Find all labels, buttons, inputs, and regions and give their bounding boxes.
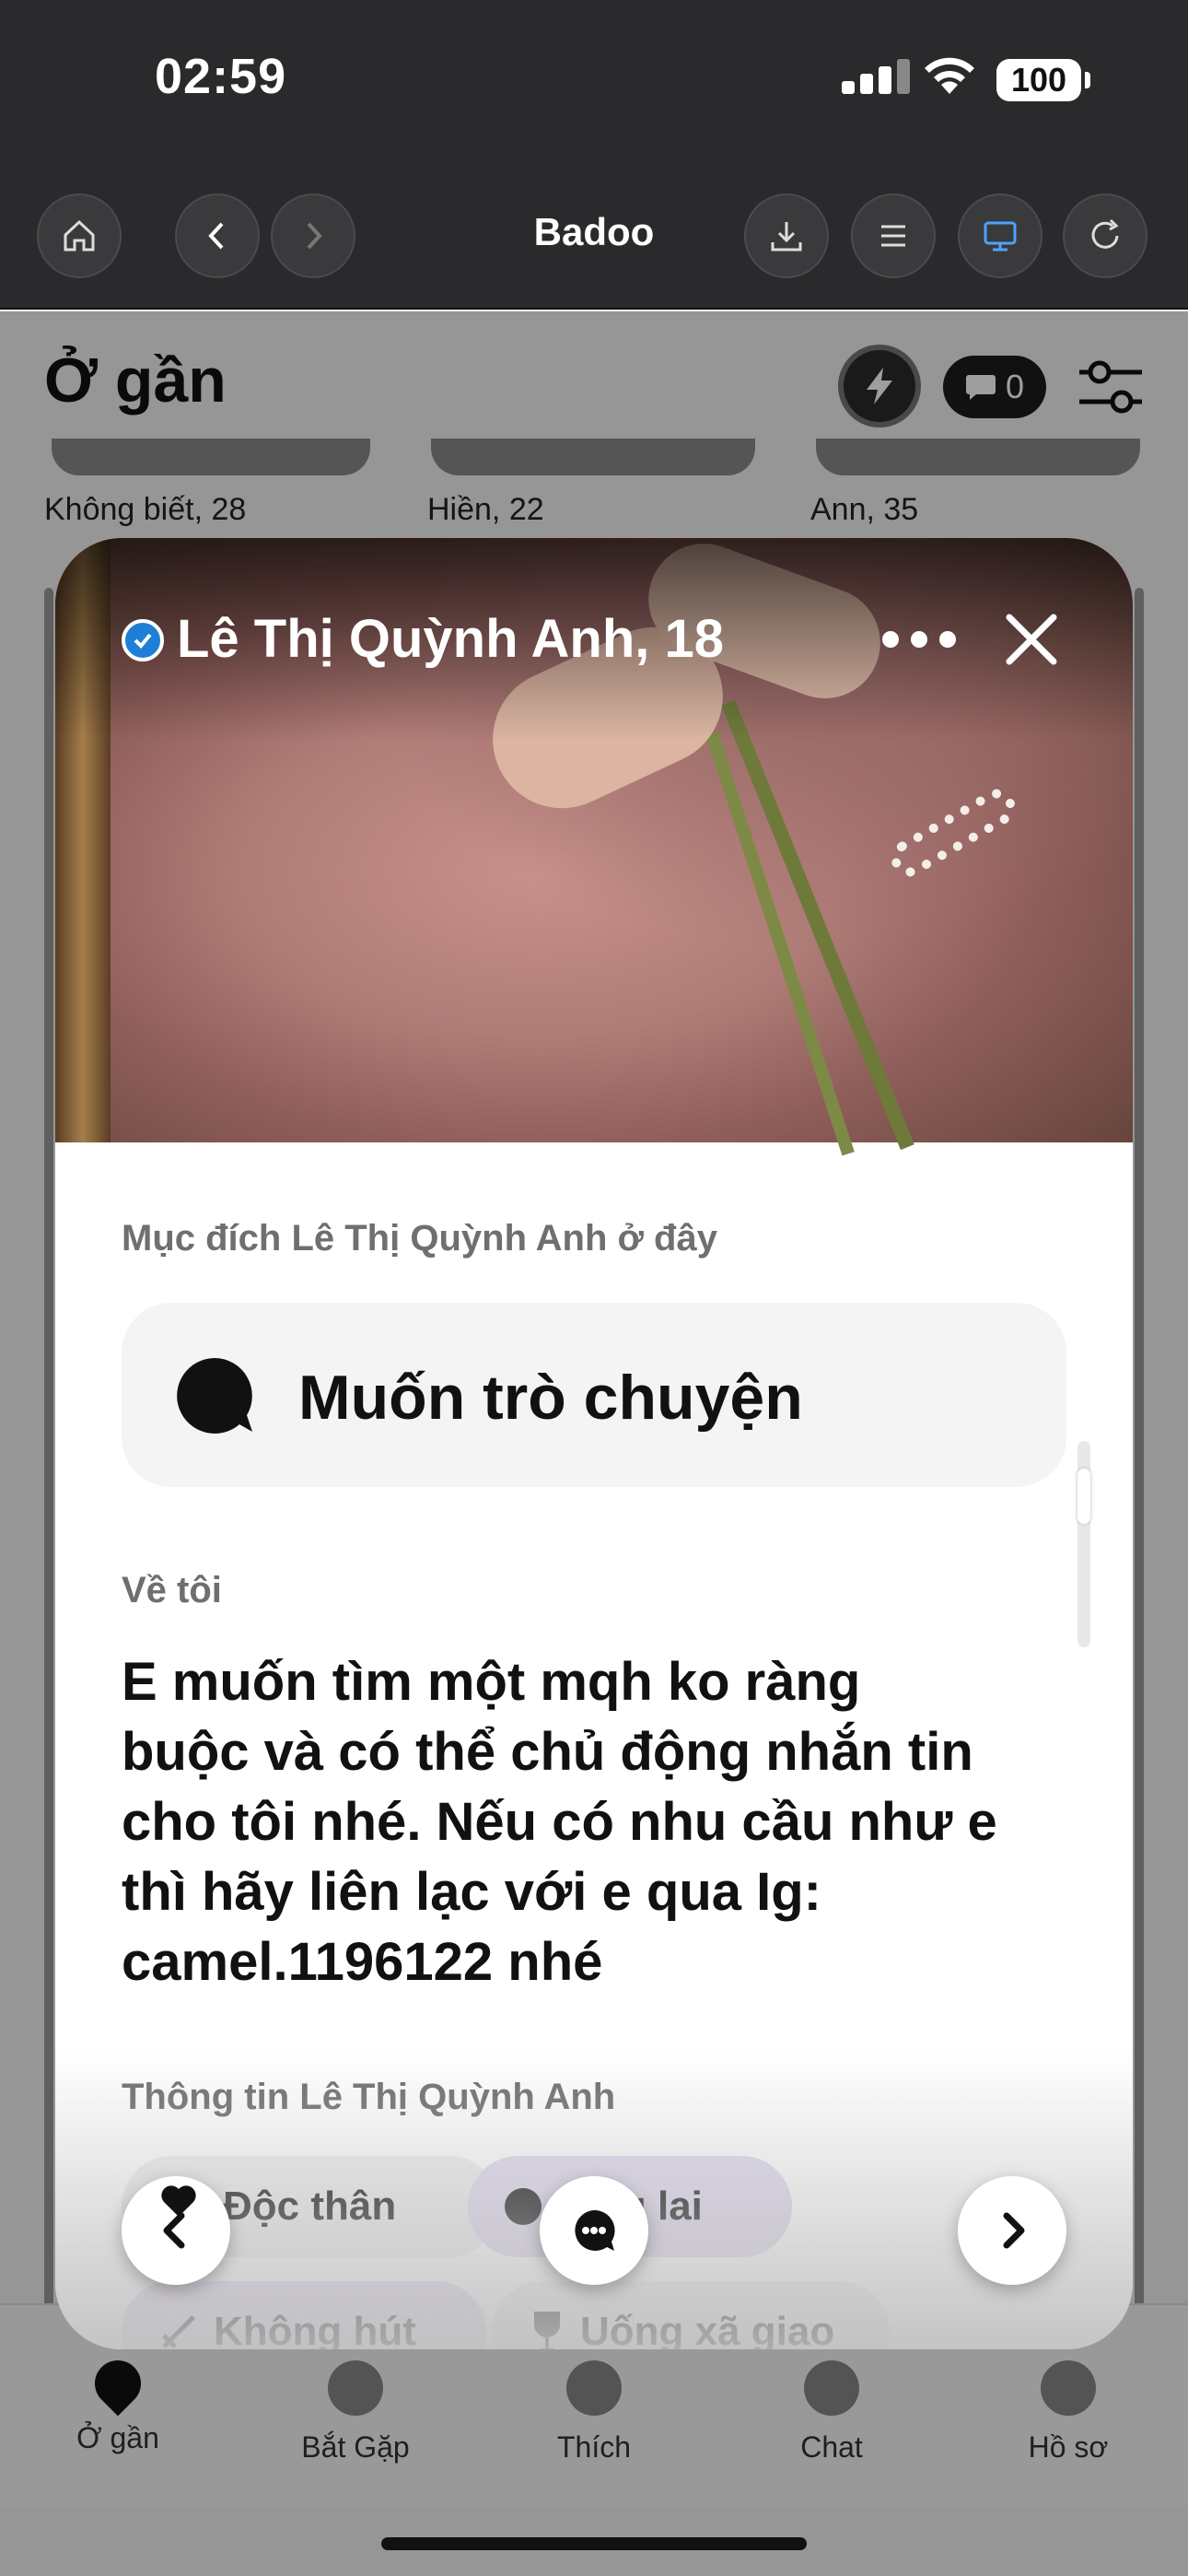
reload-icon <box>1091 218 1119 249</box>
desktop-mode-button[interactable] <box>958 193 1042 278</box>
reload-button[interactable] <box>1063 193 1147 278</box>
scrollbar[interactable] <box>1077 1441 1090 1647</box>
chip-label: Độc thân <box>223 2184 397 2229</box>
about-text: E muốn tìm một mqh ko ràng buộc và có th… <box>122 1647 1070 1997</box>
chip-drinking: Uống xã giao <box>492 2281 890 2349</box>
profile-name: Lê Thị Quỳnh Anh, 18 <box>177 609 724 669</box>
browser-toolbar: Badoo <box>0 175 1188 310</box>
no-smoking-icon <box>162 2315 195 2348</box>
verified-badge-icon <box>122 619 164 662</box>
signal-icon <box>842 59 910 94</box>
intent-text: Muốn trò chuyện <box>298 1363 803 1433</box>
download-icon <box>771 222 802 252</box>
about-line: cho tôi nhé. Nếu có nhu cầu như e <box>122 1792 997 1852</box>
next-profile-button[interactable] <box>958 2176 1066 2285</box>
wifi-icon <box>925 57 974 94</box>
chat-button[interactable] <box>540 2176 648 2285</box>
download-button[interactable] <box>744 193 829 278</box>
baby-icon <box>505 2188 542 2225</box>
menu-button[interactable] <box>851 193 936 278</box>
chat-bubble-icon <box>177 1358 252 1434</box>
about-line: E muốn tìm một mqh ko ràng <box>122 1652 861 1712</box>
home-indicator <box>381 2537 807 2550</box>
more-options-icon[interactable] <box>882 612 956 667</box>
chip-label: Không hút <box>214 2309 416 2349</box>
about-line: buộc và có thể chủ động nhắn tin <box>122 1722 973 1782</box>
status-bar: 02:59 100 <box>0 0 1188 175</box>
profile-modal: Lê Thị Quỳnh Anh, 18 Mục đích Lê Thị Quỳ… <box>55 538 1133 2349</box>
battery-indicator: 100 <box>996 59 1090 101</box>
close-icon[interactable] <box>1000 608 1063 671</box>
chip-smoking: Không hút <box>122 2281 486 2349</box>
about-label: Về tôi <box>122 1570 222 1610</box>
info-label: Thông tin Lê Thị Quỳnh Anh <box>122 2077 616 2117</box>
heart-icon <box>161 2185 196 2217</box>
monitor-icon <box>984 221 1017 252</box>
hamburger-icon <box>881 225 905 247</box>
intent-card: Muốn trò chuyện <box>122 1303 1066 1487</box>
intent-label: Mục đích Lê Thị Quỳnh Anh ở đây <box>122 1218 717 1259</box>
chat-icon <box>575 2209 615 2251</box>
about-line: thì hãy liên lạc với e qua Ig: <box>122 1862 821 1922</box>
status-time: 02:59 <box>155 49 287 104</box>
chip-label: Uống xã giao <box>580 2309 835 2349</box>
wine-glass-icon <box>534 2312 560 2349</box>
chevron-right-icon <box>1003 2212 1025 2249</box>
about-line: camel.1196122 nhé <box>122 1932 603 1992</box>
